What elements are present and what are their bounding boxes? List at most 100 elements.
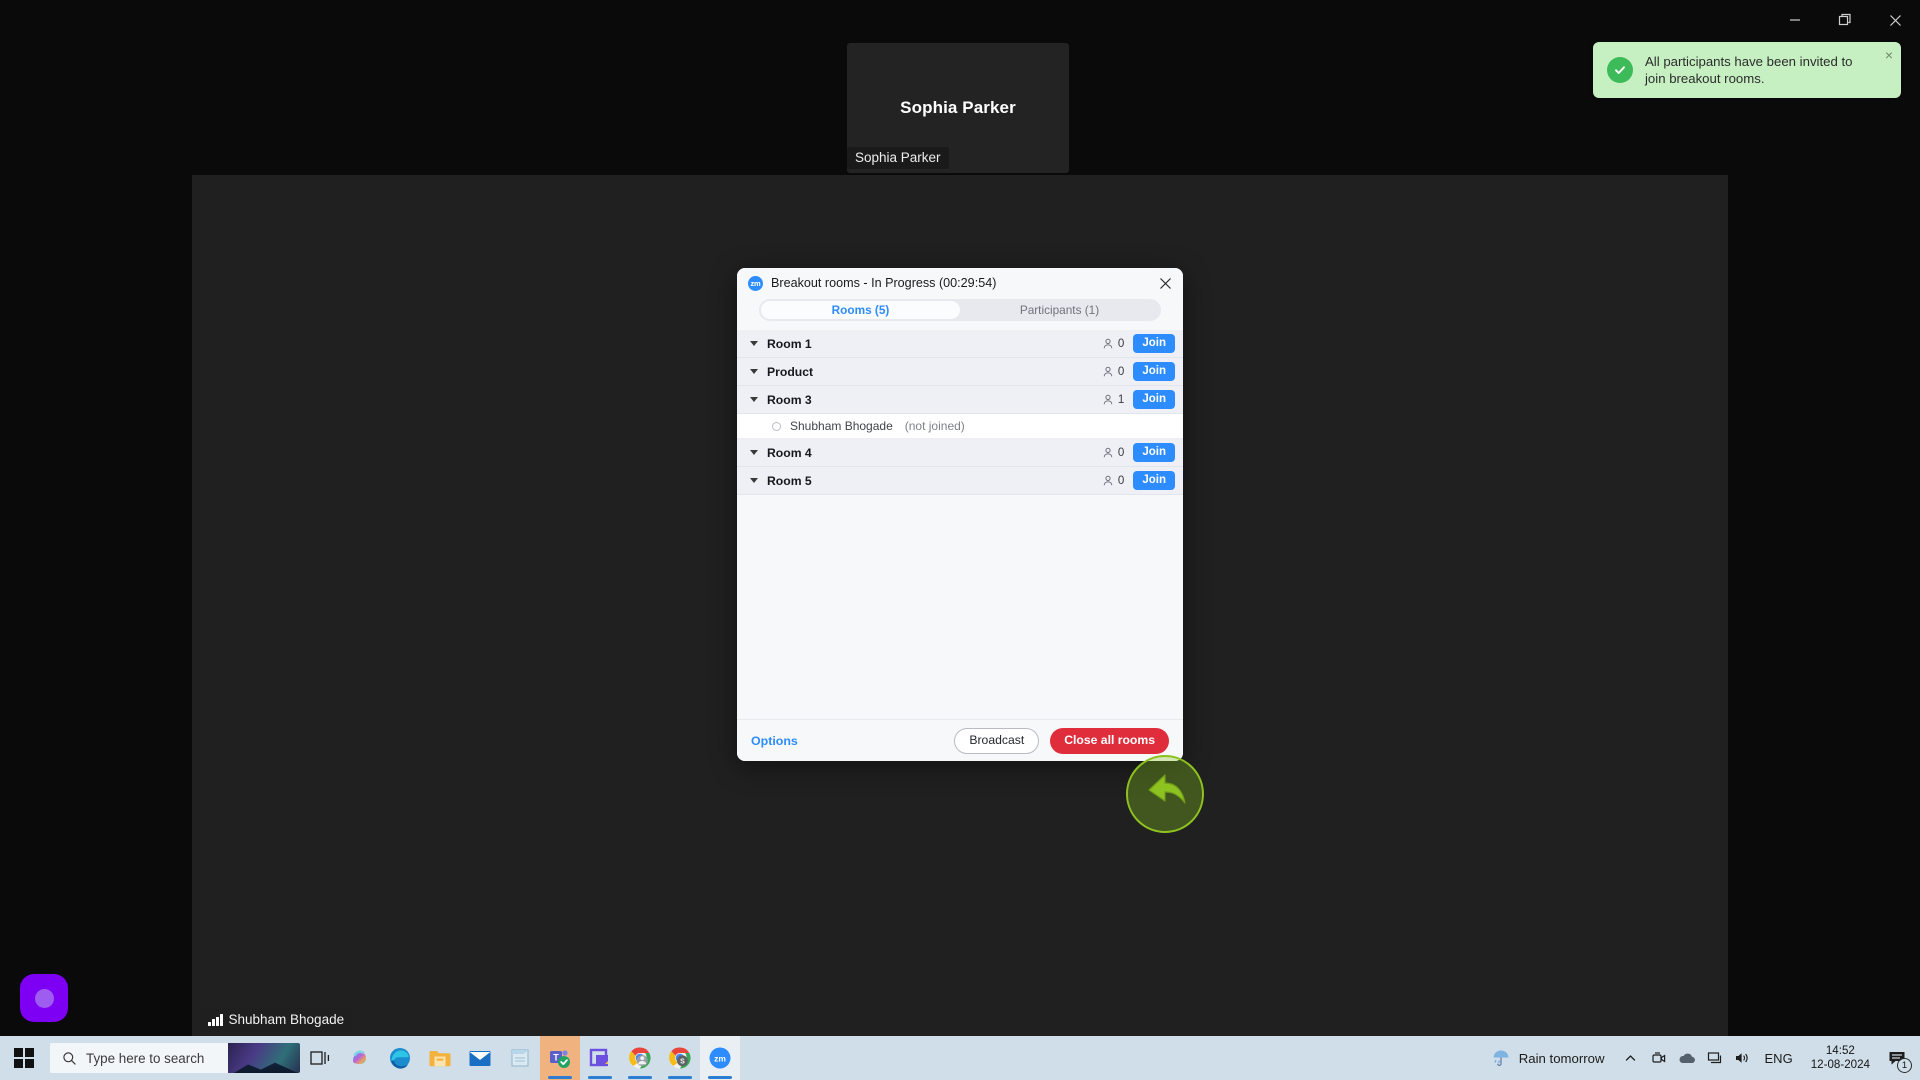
person-icon [1103,366,1113,376]
edge-button[interactable] [380,1036,420,1080]
media-app-button[interactable] [580,1036,620,1080]
person-icon [1103,447,1113,457]
network-button[interactable] [1701,1036,1729,1080]
room-participant-count: 0 [1117,337,1125,350]
weather-widget[interactable]: Rain tomorrow [1479,1048,1617,1068]
clock-time: 14:52 [1825,1044,1855,1057]
room-row[interactable]: Room 1 0 Join [737,330,1183,358]
self-name-badge: Shubham Bhogade [200,1008,354,1032]
video-tile-name-badge: Sophia Parker [847,147,949,169]
chevron-down-icon[interactable] [750,341,758,346]
search-input[interactable]: Type here to search [50,1043,300,1073]
toast-close-icon[interactable]: × [1885,48,1893,62]
network-icon [1707,1052,1721,1064]
dialog-titlebar[interactable]: zm Breakout rooms - In Progress (00:29:5… [737,268,1183,298]
widget-dot-icon [34,988,54,1008]
room-list: Room 1 0 Join Product 0 Join Room 3 1 Jo… [737,330,1183,719]
room-name: Room 4 [767,445,812,460]
room-row[interactable]: Product 0 Join [737,358,1183,386]
breakout-rooms-dialog: zm Breakout rooms - In Progress (00:29:5… [737,268,1183,761]
speaker-icon [1736,1053,1748,1063]
participant-name: Shubham Bhogade [790,419,893,433]
search-icon [63,1051,76,1065]
room-name: Room 5 [767,473,812,488]
chrome-profile-2-button[interactable]: S [660,1036,700,1080]
room-participant-count: 1 [1117,393,1125,406]
teams-icon: T [550,1050,570,1068]
options-link[interactable]: Options [751,734,798,748]
room-row-right: 0 Join [1102,443,1175,462]
close-button[interactable] [1870,1,1920,39]
room-name: Product [767,364,814,379]
search-placeholder: Type here to search [86,1050,205,1066]
join-button[interactable]: Join [1133,390,1175,409]
close-all-rooms-button[interactable]: Close all rooms [1050,727,1169,754]
volume-button[interactable] [1729,1036,1757,1080]
camera-icon [1651,1052,1665,1063]
file-explorer-button[interactable] [420,1036,460,1080]
join-button[interactable]: Join [1133,362,1175,381]
mail-button[interactable] [460,1036,500,1080]
cursor-arrow-icon [1148,774,1186,804]
system-tray: Rain tomorrow ENG 14:52 12-08-2024 1 [1479,1036,1920,1080]
chevron-up-icon [1625,1054,1636,1061]
list-item[interactable]: Shubham Bhogade (not joined) [737,414,1183,439]
video-tile-sophia-parker[interactable]: Sophia Parker Sophia Parker [847,43,1069,173]
video-tile-center-name: Sophia Parker [900,98,1016,117]
chevron-down-icon[interactable] [750,369,758,374]
window-controls [1770,0,1920,40]
tab-participants[interactable]: Participants (1) [960,301,1159,319]
start-button[interactable] [0,1036,48,1080]
notification-center-button[interactable]: 1 [1880,1036,1914,1080]
taskbar: Type here to search T S zm Rain tomorrow… [0,1036,1920,1080]
chevron-down-icon[interactable] [750,478,758,483]
room-participant-count: 0 [1117,446,1125,459]
tab-rooms[interactable]: Rooms (5) [761,301,960,319]
join-button[interactable]: Join [1133,443,1175,462]
minimize-button[interactable] [1770,1,1820,39]
screen: Sophia Parker Sophia Parker Shubham Bhog… [0,0,1920,1080]
search-decoration-image [228,1043,300,1073]
chevron-down-icon[interactable] [750,450,758,455]
rain-umbrella-icon [1493,1050,1509,1066]
clock-date: 12-08-2024 [1810,1058,1870,1071]
room-row[interactable]: Room 4 0 Join [737,439,1183,467]
teams-button[interactable]: T [540,1036,580,1080]
room-participant-count: 0 [1117,474,1125,487]
dialog-close-button[interactable] [1153,271,1177,295]
zoom-button[interactable]: zm [700,1036,740,1080]
folder-icon [429,1051,451,1067]
toast-notification: All participants have been invited to jo… [1593,42,1901,98]
join-button[interactable]: Join [1133,334,1175,353]
weather-text: Rain tomorrow [1518,1050,1605,1066]
onedrive-button[interactable] [1673,1036,1701,1080]
language-indicator[interactable]: ENG [1757,1051,1801,1066]
chevron-down-icon[interactable] [750,397,758,402]
cursor-highlight [1126,755,1204,833]
notepad-icon [511,1049,529,1067]
room-row-right: 0 Join [1102,334,1175,353]
chrome-icon [629,1047,651,1069]
self-name-label: Shubham Bhogade [228,1012,345,1027]
room-row[interactable]: Room 3 1 Join [737,386,1183,414]
room-row-right: 1 Join [1102,390,1175,409]
room-row[interactable]: Room 5 0 Join [737,467,1183,495]
zoom-logo-icon: zm [748,275,763,291]
task-view-button[interactable] [300,1036,340,1080]
copilot-button[interactable] [340,1036,380,1080]
show-hidden-icons-button[interactable] [1617,1036,1645,1080]
room-participant-count: 0 [1117,365,1125,378]
chrome-profile-1-button[interactable] [620,1036,660,1080]
edge-icon [390,1048,410,1069]
clock[interactable]: 14:52 12-08-2024 [1801,1044,1880,1072]
camera-status-button[interactable] [1645,1036,1673,1080]
windows-logo-icon [14,1048,34,1068]
svg-text:zm: zm [714,1053,726,1063]
toast-message: All participants have been invited to jo… [1645,54,1853,86]
restore-button[interactable] [1820,1,1870,39]
join-button[interactable]: Join [1133,471,1175,490]
task-view-icon [310,1051,330,1065]
notepad-button[interactable] [500,1036,540,1080]
floating-widget-button[interactable] [20,974,68,1022]
broadcast-button[interactable]: Broadcast [954,727,1040,754]
